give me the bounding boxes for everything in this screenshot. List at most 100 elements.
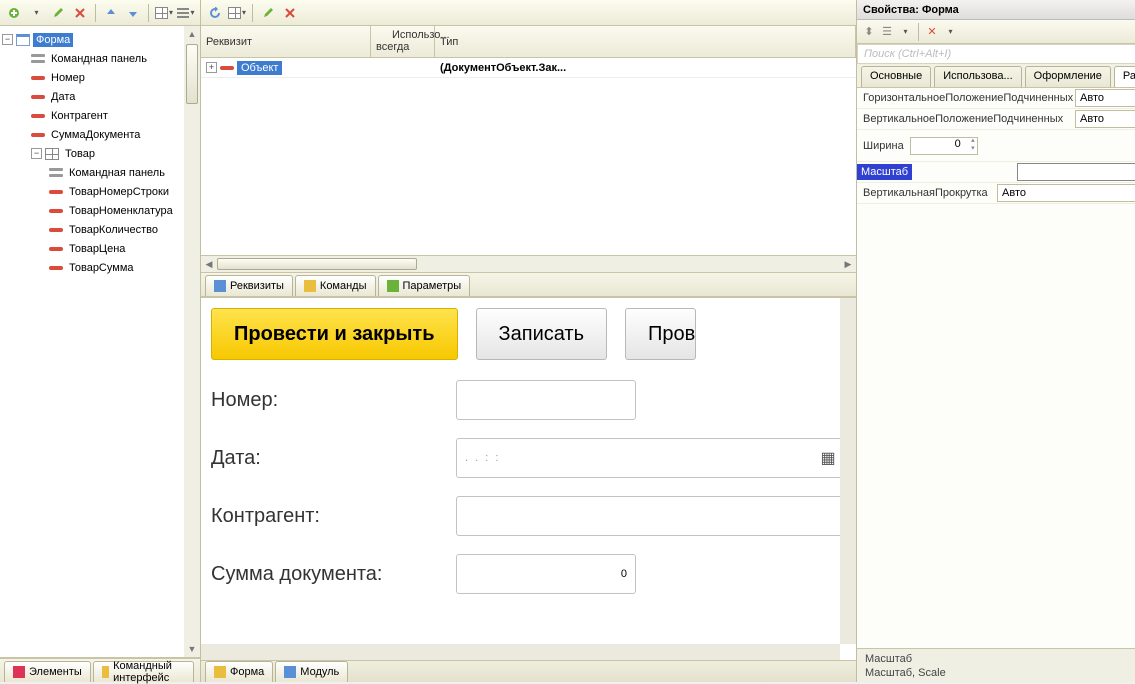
tree-item[interactable]: СуммаДокумента [2, 125, 198, 144]
expander-icon[interactable]: + [206, 62, 217, 73]
edit-icon[interactable] [258, 3, 278, 23]
column-header-attr[interactable]: Реквизит [201, 26, 371, 57]
column-header-type[interactable]: Тип [435, 26, 856, 57]
tab-label: Реквизиты [230, 280, 284, 292]
tree-item[interactable]: ТоварНоменклатура [2, 201, 198, 220]
scroll-thumb[interactable] [217, 258, 417, 270]
tree-item[interactable]: Номер [2, 68, 198, 87]
property-tab[interactable]: Основные [861, 66, 931, 87]
preview-hscroll[interactable] [201, 644, 840, 660]
number-input[interactable] [456, 380, 636, 420]
edit-icon[interactable] [48, 3, 68, 23]
grid-body[interactable]: + Объект (ДокументОбъект.Зак... [201, 58, 856, 256]
form-preview: Провести и закрыть Записать Пров Номер: … [201, 296, 856, 660]
tree-root-label[interactable]: Форма [33, 33, 73, 47]
grid-cell-type[interactable]: (ДокументОбъект.Зак... [435, 62, 856, 74]
clear-icon[interactable]: ✕ [924, 24, 940, 40]
delete-icon[interactable] [70, 3, 90, 23]
grid-hscroll[interactable]: ◀ ▶ [201, 256, 856, 272]
scroll-thumb[interactable] [186, 44, 198, 104]
tree-scrollbar[interactable]: ▲ ▼ [184, 26, 200, 657]
clear-dropdown[interactable] [942, 24, 958, 40]
hpos-combo[interactable]: Авто [1075, 89, 1135, 107]
property-tab[interactable]: Расположе... [1114, 66, 1135, 87]
scroll-right-icon[interactable]: ▶ [840, 259, 856, 270]
scale-input[interactable] [1017, 163, 1135, 181]
post-and-close-button[interactable]: Провести и закрыть [211, 308, 458, 360]
tree-item[interactable]: ТоварСумма [2, 258, 198, 277]
tab-form[interactable]: Форма [205, 661, 273, 682]
scroll-up-icon[interactable]: ▲ [184, 26, 200, 42]
tree-item[interactable]: − Товар [2, 144, 198, 163]
expander-icon[interactable]: − [2, 34, 13, 45]
width-spinner[interactable]: 0 [910, 137, 978, 155]
prop-row-vpos[interactable]: ВертикальноеПоложениеПодчиненных Авто [857, 109, 1135, 130]
tree-root[interactable]: − Форма [2, 30, 198, 49]
tree-item[interactable]: Командная панель [2, 49, 198, 68]
filter-icon[interactable] [897, 24, 913, 40]
properties-body: ГоризонтальноеПоложениеПодчиненных Авто … [857, 88, 1135, 648]
tab-attributes[interactable]: Реквизиты [205, 275, 293, 296]
add-icon[interactable] [4, 3, 24, 23]
refresh-icon[interactable] [205, 3, 225, 23]
tree-item[interactable]: Командная панель [2, 163, 198, 182]
prop-row-vscroll[interactable]: ВертикальнаяПрокрутка Авто [857, 183, 1135, 204]
list-icon[interactable] [176, 3, 196, 23]
add-dropdown[interactable] [26, 3, 46, 23]
sum-value: 0 [621, 568, 627, 580]
tab-label: Командный интерфейс [113, 660, 185, 684]
tree-item[interactable]: ТоварНомерСтроки [2, 182, 198, 201]
attr-icon [220, 66, 234, 70]
tree-item-label: Контрагент [48, 109, 111, 123]
preview-vscroll[interactable] [840, 298, 856, 644]
footer-name: Масштаб [865, 652, 1135, 666]
tree-item[interactable]: Дата [2, 87, 198, 106]
tree-item-label: ТоварНоменклатура [66, 204, 176, 218]
scroll-left-icon[interactable]: ◀ [201, 259, 217, 270]
scroll-down-icon[interactable]: ▼ [184, 641, 200, 657]
left-toolbar [0, 0, 200, 26]
tab-commands[interactable]: Команды [295, 275, 376, 296]
category-icon[interactable]: ☰ [879, 24, 895, 40]
form-tree[interactable]: − Форма Командная панельНомерДатаКонтраг… [0, 26, 200, 281]
expander-icon[interactable]: − [31, 148, 42, 159]
grid-header: Реквизит Использо...всегда Тип [201, 26, 856, 58]
partner-input[interactable] [456, 496, 846, 536]
property-search[interactable]: Поиск (Ctrl+Alt+I) [857, 44, 1135, 64]
property-tab[interactable]: Оформление [1025, 66, 1111, 87]
sort-icon[interactable]: ⬍ [861, 24, 877, 40]
delete-icon[interactable] [280, 3, 300, 23]
date-input[interactable]: . . : : [456, 438, 846, 478]
sum-label: Сумма документа: [211, 563, 456, 586]
prop-row-scale[interactable]: Масштаб [857, 162, 1135, 183]
prop-row-size[interactable]: Ширина 0 Высота 0 [857, 130, 1135, 162]
property-tab[interactable]: Использова... [934, 66, 1021, 87]
table-add-dropdown[interactable] [227, 3, 247, 23]
tree-item[interactable]: Контрагент [2, 106, 198, 125]
tab-elements[interactable]: Элементы [4, 661, 91, 682]
vpos-combo[interactable]: Авто [1075, 110, 1135, 128]
editor-tabs: Форма Модуль [201, 660, 856, 682]
table-add-icon[interactable] [154, 3, 174, 23]
tree-item-label: Дата [48, 90, 78, 104]
move-up-icon[interactable] [101, 3, 121, 23]
tab-parameters[interactable]: Параметры [378, 275, 471, 296]
date-value: . . : : [465, 452, 500, 464]
grid-cell-name[interactable]: Объект [237, 61, 282, 75]
tree-item[interactable]: ТоварКоличество [2, 220, 198, 239]
sum-input[interactable]: 0 [456, 554, 636, 594]
tab-module[interactable]: Модуль [275, 661, 348, 682]
post-button[interactable]: Пров [625, 308, 696, 360]
prop-row-hpos[interactable]: ГоризонтальноеПоложениеПодчиненных Авто [857, 88, 1135, 109]
vscroll-combo[interactable]: Авто [997, 184, 1135, 202]
tab-command-interface[interactable]: Командный интерфейс [93, 661, 194, 682]
tree-item[interactable]: ТоварЦена [2, 239, 198, 258]
property-tabs: ОсновныеИспользова...ОформлениеРасположе… [857, 64, 1135, 88]
spin-value: 0 [955, 138, 961, 150]
move-down-icon[interactable] [123, 3, 143, 23]
tree-item-label: Товар [62, 147, 98, 161]
column-header-use[interactable]: Использо...всегда [371, 26, 435, 57]
properties-footer: Масштаб Масштаб, Scale [857, 648, 1135, 682]
grid-row[interactable]: + Объект (ДокументОбъект.Зак... [201, 58, 856, 78]
save-button[interactable]: Записать [476, 308, 607, 360]
